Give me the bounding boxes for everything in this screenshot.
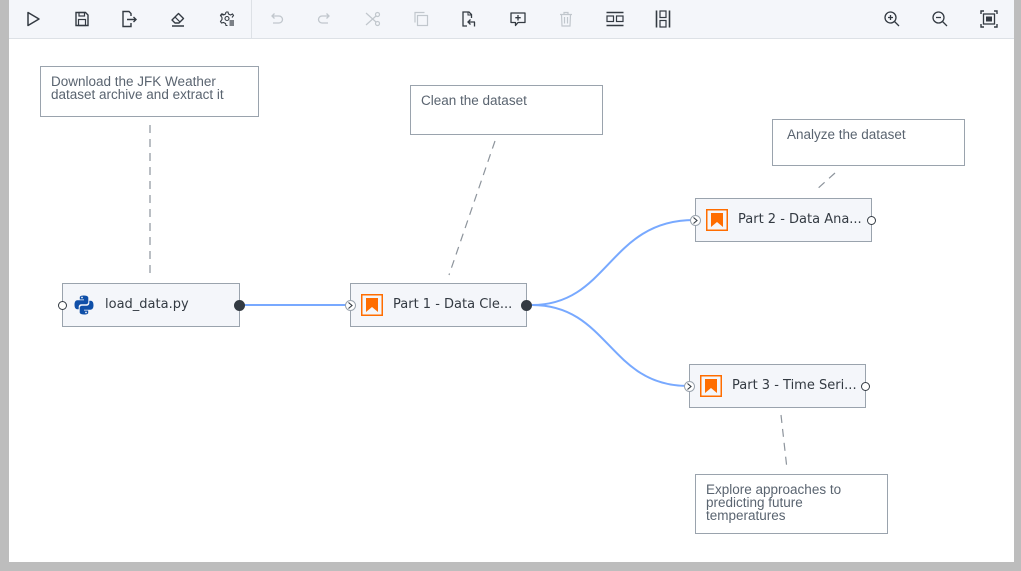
- arrange-vertical-button[interactable]: [649, 5, 677, 33]
- node-part-1[interactable]: Part 1 - Data Cle...: [345, 283, 532, 327]
- comment-text: Download the JFK Weather dataset archive…: [51, 74, 224, 102]
- data-link: [531, 304, 689, 387]
- comment-link: [448, 140, 496, 276]
- eraser-icon: [171, 12, 185, 27]
- copy-icon: [414, 11, 429, 27]
- paste-icon: [462, 11, 476, 27]
- scissors-icon: [365, 11, 381, 27]
- play-icon: [27, 11, 40, 27]
- arrange-horizontal-icon: [606, 11, 624, 27]
- node-part-3[interactable]: Part 3 - Time Seri...: [684, 364, 870, 408]
- zoom-in-button[interactable]: [878, 5, 906, 33]
- toolbar-divider: [251, 0, 252, 38]
- delete-button[interactable]: [552, 5, 580, 33]
- comment-link: [814, 172, 836, 192]
- undo-button[interactable]: [262, 5, 290, 33]
- cut-button[interactable]: [359, 5, 387, 33]
- notebook-icon: [361, 294, 383, 316]
- toolbar: [9, 0, 1014, 39]
- notebook-icon: [706, 209, 728, 231]
- save-pipeline-button[interactable]: [68, 5, 96, 33]
- save-icon: [75, 11, 89, 27]
- node-label: Part 1 - Data Cle...: [393, 297, 513, 312]
- comment-explore[interactable]: Explore approaches to predicting future …: [695, 474, 888, 534]
- data-link: [531, 219, 695, 306]
- paste-button[interactable]: [455, 5, 483, 33]
- fit-screen-icon: [980, 10, 998, 28]
- runtime-settings-button[interactable]: [213, 5, 241, 33]
- arrange-vertical-icon: [655, 10, 671, 28]
- trash-icon: [560, 11, 572, 27]
- add-comment-button[interactable]: [504, 5, 532, 33]
- input-port[interactable]: [690, 215, 701, 226]
- comment-text: Analyze the dataset: [787, 127, 906, 142]
- output-port[interactable]: [521, 300, 532, 311]
- comment-clean[interactable]: Clean the dataset: [410, 85, 603, 135]
- comment-download[interactable]: Download the JFK Weather dataset archive…: [40, 66, 259, 117]
- node-label: Part 3 - Time Seri...: [732, 378, 857, 393]
- arrange-horizontal-button[interactable]: [601, 5, 629, 33]
- comment-text: Explore approaches to predicting future …: [706, 482, 842, 523]
- comment-analyze[interactable]: Analyze the dataset: [772, 119, 965, 166]
- output-port[interactable]: [234, 300, 245, 311]
- output-port[interactable]: [867, 216, 876, 225]
- input-port[interactable]: [345, 300, 356, 311]
- node-load-data[interactable]: load_data.py: [58, 283, 245, 327]
- node-part-2[interactable]: Part 2 - Data Ana...: [690, 198, 876, 242]
- python-icon: [74, 295, 94, 315]
- clear-pipeline-button[interactable]: [164, 5, 192, 33]
- output-port[interactable]: [861, 382, 870, 391]
- zoom-out-button[interactable]: [926, 5, 954, 33]
- redo-button[interactable]: [311, 5, 339, 33]
- run-pipeline-button[interactable]: [19, 5, 47, 33]
- zoom-in-icon: [884, 11, 900, 27]
- notebook-icon: [700, 375, 722, 397]
- pipeline-editor: Download the JFK Weather dataset archive…: [9, 0, 1014, 562]
- node-label: Part 2 - Data Ana...: [738, 212, 862, 227]
- export-pipeline-button[interactable]: [115, 5, 143, 33]
- zoom-out-icon: [932, 11, 948, 27]
- input-port[interactable]: [684, 381, 695, 392]
- export-icon: [122, 10, 137, 28]
- pipeline-canvas[interactable]: Download the JFK Weather dataset archive…: [9, 39, 1014, 562]
- undo-icon: [271, 13, 284, 24]
- copy-button[interactable]: [407, 5, 435, 33]
- add-comment-icon: [510, 12, 526, 27]
- redo-icon: [317, 13, 330, 24]
- comment-link: [780, 414, 788, 470]
- gear-list-icon: [219, 11, 235, 27]
- input-port[interactable]: [58, 301, 67, 310]
- zoom-to-fit-button[interactable]: [975, 5, 1003, 33]
- node-label: load_data.py: [105, 297, 189, 312]
- comment-text: Clean the dataset: [421, 93, 527, 108]
